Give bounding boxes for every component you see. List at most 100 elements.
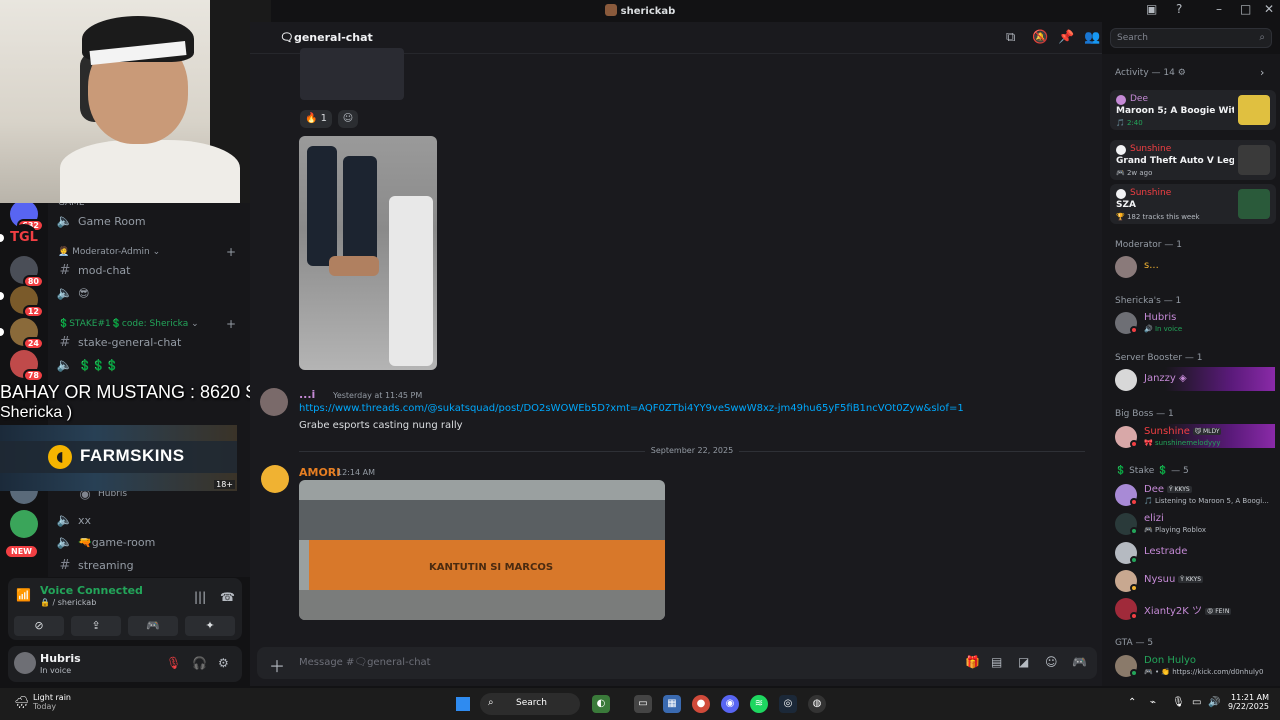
- chevron-up-icon[interactable]: ⌃: [1128, 697, 1136, 708]
- server-icon[interactable]: 80: [10, 256, 44, 288]
- guild-tag: 😡 FE!N: [1205, 608, 1232, 615]
- game-art: [1238, 145, 1270, 175]
- voice-status[interactable]: Voice Connected: [40, 584, 143, 597]
- sticker-icon[interactable]: ◪: [1018, 655, 1029, 669]
- member-item[interactable]: elizi 🎮 Playing Roblox: [1115, 511, 1275, 537]
- server-icon[interactable]: [10, 510, 38, 538]
- signal-icon[interactable]: 📶: [16, 588, 31, 602]
- windows-start-icon[interactable]: [456, 697, 470, 711]
- avatar[interactable]: [260, 388, 288, 416]
- message-author[interactable]: AMORI: [299, 466, 340, 479]
- system-clock[interactable]: 11:21 AM 9/22/2025: [1228, 693, 1269, 711]
- gift-icon[interactable]: 🎁: [965, 655, 980, 669]
- message-composer[interactable]: ＋ Message #🗨general-chat 🎁 ▤ ◪ ☺ 🎮: [257, 647, 1097, 679]
- maximize-button[interactable]: □: [1240, 2, 1251, 16]
- member-item[interactable]: Janzzy ◈: [1115, 367, 1275, 393]
- add-channel-icon[interactable]: +: [226, 317, 236, 331]
- steam-icon[interactable]: ◎: [779, 695, 797, 713]
- add-channel-icon[interactable]: +: [226, 245, 236, 259]
- screen-share-button[interactable]: ⇪: [71, 616, 121, 636]
- activity-card[interactable]: Sunshine Grand Theft Auto V Legacy 🎮 2w …: [1110, 140, 1276, 180]
- user-name[interactable]: Hubris: [40, 652, 81, 665]
- mic-icon[interactable]: 🎙: [1172, 697, 1185, 708]
- gear-icon[interactable]: ⚙: [1178, 68, 1186, 78]
- server-icon[interactable]: TGL: [10, 224, 38, 252]
- speaker-icon: 🔈: [56, 357, 74, 373]
- server-icon[interactable]: 78: [10, 350, 44, 382]
- member-item[interactable]: Hubris 🔊 In voice: [1115, 310, 1275, 336]
- activity-button[interactable]: 🎮: [128, 616, 178, 636]
- minimize-button[interactable]: –: [1216, 2, 1222, 16]
- category-moderator-admin[interactable]: 🧑‍💼 Moderator-Admin ⌄ +: [58, 245, 242, 259]
- server-icon[interactable]: 24: [10, 318, 44, 350]
- obs-icon[interactable]: ◍: [808, 695, 826, 713]
- channel-voice-dollars[interactable]: 🔈 💲💲💲: [56, 355, 244, 375]
- member-item[interactable]: Xianty2K ツ 😡 FE!N: [1115, 596, 1275, 622]
- threads-icon[interactable]: ⧉: [1006, 30, 1015, 45]
- channel-game-room-2[interactable]: 🔈 🔫game-room: [56, 532, 244, 552]
- mic-muted-icon[interactable]: 🎙: [166, 656, 181, 670]
- rain-icon: 🌧: [14, 695, 30, 709]
- search-input[interactable]: Search ⌕: [1110, 28, 1272, 48]
- noise-suppression-icon[interactable]: |||: [194, 590, 206, 604]
- close-button[interactable]: ✕: [1264, 2, 1274, 16]
- member-item[interactable]: s...: [1115, 254, 1275, 280]
- member-item[interactable]: Dee Ÿ KKYS 🎵 Listening to Maroon 5, A Boo…: [1115, 482, 1275, 508]
- voice-panel: 📶 Voice Connected 🔒 / sherickab ||| ☎ ⊘ …: [8, 578, 242, 640]
- server-icon[interactable]: 12: [10, 286, 44, 318]
- member-item[interactable]: Don Hulyo 🎮 • 👏 https://kick.com/d0nhuly…: [1115, 653, 1275, 679]
- gear-icon[interactable]: ⚙: [218, 656, 229, 670]
- chrome-icon[interactable]: ●: [692, 695, 710, 713]
- spotify-icon[interactable]: ≋: [750, 695, 768, 713]
- weather-widget[interactable]: 🌧 Light rain Today: [12, 693, 71, 711]
- volume-icon[interactable]: 🔊: [1208, 697, 1220, 708]
- display-icon[interactable]: ▭: [1192, 697, 1201, 708]
- voice-location[interactable]: 🔒 / sherickab: [40, 598, 96, 607]
- attachment-image-police[interactable]: [299, 136, 437, 370]
- store-icon[interactable]: ▦: [663, 695, 681, 713]
- attachment-image[interactable]: [300, 48, 404, 100]
- soundboard-button[interactable]: ✦: [185, 616, 235, 636]
- emoji-icon[interactable]: ☺: [1045, 655, 1058, 669]
- widgets-icon[interactable]: ◐: [592, 695, 610, 713]
- message-input[interactable]: Message #🗨general-chat: [299, 657, 431, 668]
- inbox-icon[interactable]: ▣: [1146, 2, 1157, 16]
- discord-icon[interactable]: ◉: [721, 695, 739, 713]
- channel-stake-general-chat[interactable]: # stake-general-chat: [56, 332, 244, 352]
- member-item[interactable]: Nysuu Ÿ KKYS: [1115, 568, 1275, 594]
- truck-writing: KANTUTIN SI MARCOS: [429, 562, 554, 573]
- avatar[interactable]: [14, 652, 36, 674]
- channel-mod-chat[interactable]: # mod-chat: [56, 260, 244, 280]
- taskbar-search[interactable]: ⌕ Search: [480, 693, 580, 715]
- channel-voice-emoji[interactable]: 🔈 😎: [56, 283, 244, 303]
- camera-off-button[interactable]: ⊘: [14, 616, 64, 636]
- network-icon[interactable]: ⌁: [1150, 697, 1156, 708]
- channel-xx[interactable]: 🔈 xx: [56, 510, 244, 530]
- channel-streaming[interactable]: # streaming: [56, 555, 244, 575]
- message-author[interactable]: ...i: [299, 388, 315, 401]
- activity-card[interactable]: Sunshine SZA 🏆 182 tracks this week: [1110, 184, 1276, 224]
- message-link[interactable]: https://www.threads.com/@sukatsquad/post…: [299, 403, 964, 414]
- member-item[interactable]: Sunshine 😼 MLDY 🎀 sunshinemelodyyy: [1115, 424, 1275, 450]
- activity-card[interactable]: Dee Maroon 5; A Boogie Wit da ... 🎵 2:40: [1110, 90, 1276, 130]
- member-item[interactable]: Lestrade: [1115, 540, 1275, 566]
- help-icon[interactable]: ?: [1176, 2, 1182, 16]
- user-panel: Hubris In voice 🎙 🎧 ⚙: [8, 646, 242, 682]
- gif-icon[interactable]: ▤: [991, 655, 1002, 669]
- add-reaction-icon[interactable]: ☺: [338, 110, 358, 128]
- reaction-fire[interactable]: 🔥 1: [300, 110, 332, 128]
- disconnect-icon[interactable]: ☎: [220, 590, 235, 604]
- sponsor-name: FARMSKINS: [80, 446, 185, 465]
- pin-icon[interactable]: 📌: [1058, 30, 1074, 45]
- task-view-icon[interactable]: ▭: [634, 695, 652, 713]
- notifications-muted-icon[interactable]: 🔕: [1032, 30, 1048, 45]
- apps-icon[interactable]: 🎮: [1072, 655, 1087, 669]
- category-stake[interactable]: 💲STAKE#1💲code: Shericka ⌄ +: [58, 317, 242, 331]
- add-attachment-icon[interactable]: ＋: [269, 653, 285, 677]
- avatar[interactable]: [261, 465, 289, 493]
- headphones-icon[interactable]: 🎧: [192, 656, 207, 670]
- chevron-right-icon[interactable]: ›: [1260, 66, 1264, 79]
- channel-game-room[interactable]: 🔈 Game Room: [56, 211, 244, 231]
- member-list-icon[interactable]: 👥: [1084, 30, 1100, 45]
- attachment-image-truck[interactable]: KANTUTIN SI MARCOS: [299, 480, 665, 620]
